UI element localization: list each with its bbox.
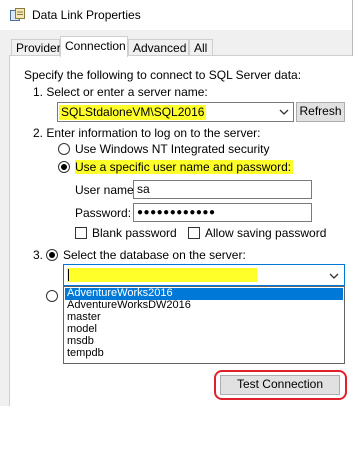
- window-title: Data Link Properties: [32, 8, 141, 22]
- tab-connection[interactable]: Connection: [60, 36, 128, 57]
- list-item[interactable]: AdventureWorks2016: [65, 287, 343, 300]
- password-field[interactable]: ●●●●●●●●●●●●: [133, 203, 312, 222]
- database-dropdown-list: AdventureWorks2016 AdventureWorksDW2016 …: [63, 286, 345, 364]
- list-item[interactable]: model: [65, 323, 343, 336]
- list-item[interactable]: msdb: [65, 335, 343, 348]
- list-item[interactable]: AdventureWorksDW2016: [65, 299, 343, 312]
- title-bar: Data Link Properties: [0, 0, 352, 30]
- allow-saving-password-checkbox[interactable]: [188, 227, 200, 239]
- blank-password-label: Blank password: [92, 226, 177, 240]
- username-field[interactable]: sa: [133, 180, 312, 199]
- chevron-down-icon[interactable]: [278, 105, 290, 119]
- server-name-combobox[interactable]: SQLStdaloneVM\SQL2016: [57, 102, 294, 122]
- select-database-radio[interactable]: [46, 249, 58, 261]
- refresh-button[interactable]: Refresh: [296, 102, 345, 122]
- password-label: Password:: [75, 206, 132, 220]
- select-database-label: Select the database on the server:: [63, 248, 246, 262]
- tab-advanced[interactable]: Advanced: [128, 39, 189, 55]
- database-value-highlight: [67, 268, 257, 282]
- list-item[interactable]: tempdb: [65, 347, 343, 360]
- allow-saving-password-label: Allow saving password: [205, 226, 327, 240]
- text-cursor: [68, 269, 69, 281]
- windows-security-radio[interactable]: [58, 143, 70, 155]
- chevron-down-icon[interactable]: [328, 269, 340, 283]
- list-item[interactable]: master: [65, 311, 343, 324]
- tab-provider[interactable]: Provider: [11, 39, 61, 55]
- specific-user-radio[interactable]: [58, 161, 70, 173]
- username-label: User name:: [75, 183, 138, 197]
- blank-password-checkbox[interactable]: [75, 227, 87, 239]
- server-name-value: SQLStdaloneVM\SQL2016: [59, 105, 207, 120]
- tab-all[interactable]: All: [189, 39, 213, 55]
- database-combobox[interactable]: [63, 264, 345, 286]
- red-annotation-circle: [214, 370, 347, 400]
- windows-security-label: Use Windows NT Integrated security: [75, 142, 270, 156]
- intro-text: Specify the following to connect to SQL …: [24, 68, 302, 82]
- specific-user-label: Use a specific user name and password:: [75, 160, 294, 174]
- step2-label: 2. Enter information to log on to the se…: [33, 126, 261, 140]
- data-link-icon: [10, 8, 25, 21]
- step1-label: 1. Select or enter a server name:: [33, 85, 208, 99]
- step3-label: 3.: [33, 248, 44, 262]
- attach-database-radio[interactable]: [46, 290, 58, 302]
